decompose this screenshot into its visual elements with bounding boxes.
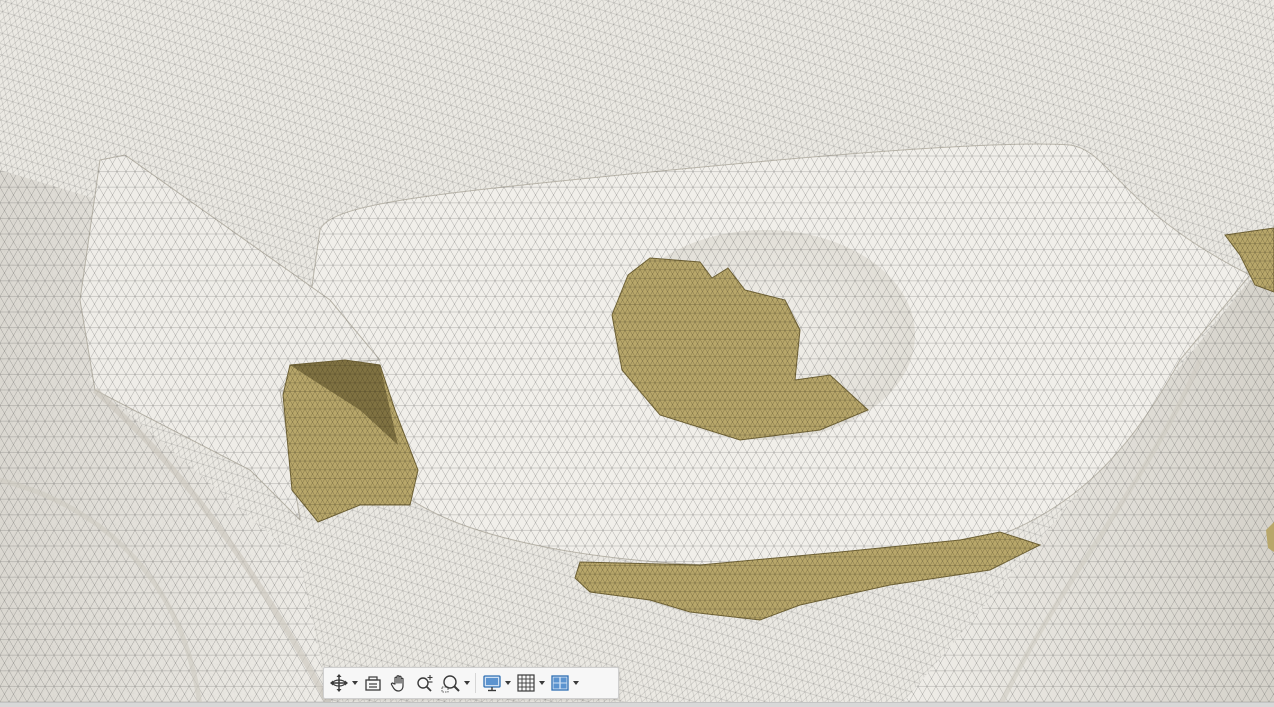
look-at-button[interactable] (361, 670, 385, 696)
chevron-down-icon[interactable] (504, 671, 512, 695)
zoom-button[interactable] (413, 670, 437, 696)
mesh-canvas[interactable] (0, 0, 1274, 706)
chevron-down-icon[interactable] (463, 671, 471, 695)
display-settings-button[interactable] (480, 670, 512, 696)
fit-button[interactable] (439, 670, 471, 696)
multi-viewport-icon (548, 671, 572, 695)
status-strip (0, 702, 1274, 707)
pan-hand-icon (387, 671, 411, 695)
3d-mesh-viewport[interactable] (0, 0, 1274, 706)
viewports-button[interactable] (548, 670, 580, 696)
orbit-icon (327, 671, 351, 695)
grid-icon (514, 671, 538, 695)
zoom-plus-minus-icon (413, 671, 437, 695)
look-at-icon (361, 671, 385, 695)
pan-button[interactable] (387, 670, 411, 696)
orbit-button[interactable] (327, 670, 359, 696)
chevron-down-icon[interactable] (351, 671, 359, 695)
navigation-toolbar (323, 667, 619, 699)
chevron-down-icon[interactable] (572, 671, 580, 695)
display-monitor-icon (480, 671, 504, 695)
chevron-down-icon[interactable] (538, 671, 546, 695)
toolbar-divider (475, 673, 476, 693)
grid-snaps-button[interactable] (514, 670, 546, 696)
zoom-window-icon (439, 671, 463, 695)
